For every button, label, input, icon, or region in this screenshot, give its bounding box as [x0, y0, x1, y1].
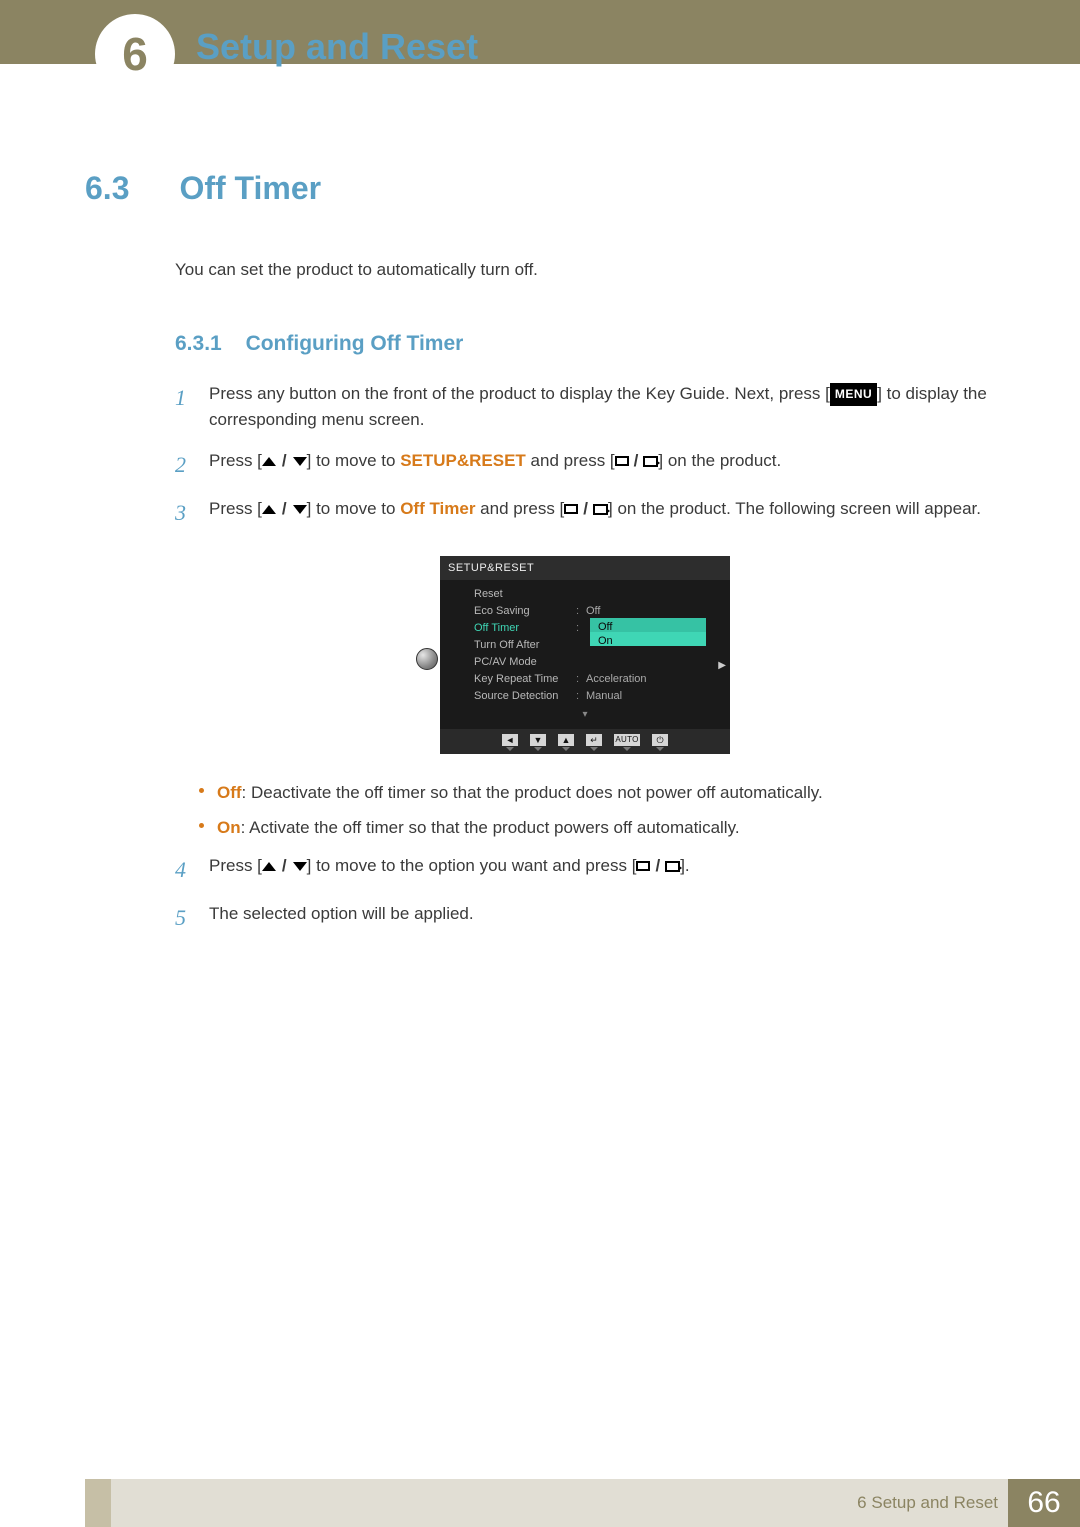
- step-number: 1: [175, 381, 209, 434]
- osd-nav-down: ▼: [530, 734, 546, 751]
- section-body: You can set the product to automatically…: [175, 257, 995, 935]
- setup-reset-label: SETUP&RESET: [400, 451, 526, 470]
- step-3-text: Press [/] to move to Off Timer and press…: [209, 496, 995, 530]
- chevron-down-icon: ▾: [440, 707, 730, 723]
- osd-option-on: On: [590, 632, 706, 646]
- step-2: 2 Press [/] to move to SETUP&RESET and p…: [175, 448, 995, 482]
- chapter-number: 6: [122, 27, 148, 81]
- step-number: 5: [175, 901, 209, 935]
- osd-nav-left: ◄: [502, 734, 518, 751]
- menu-glyph: MENU: [830, 383, 877, 406]
- osd-screenshot: SETUP&RESET ▶ Reset Eco Saving : Off Off…: [440, 556, 730, 754]
- osd-footer: ◄ ▼ ▲ ↵ AUTO: [440, 729, 730, 754]
- subsection-number: 6.3.1: [175, 332, 222, 355]
- up-down-icon: /: [262, 448, 307, 474]
- right-arrow-icon: ▶: [718, 658, 726, 674]
- osd-body: ▶ Reset Eco Saving : Off Off Timer : T: [440, 580, 730, 729]
- section-number: 6.3: [85, 170, 175, 207]
- off-timer-label: Off Timer: [400, 499, 475, 518]
- osd-nav-auto: AUTO: [614, 734, 640, 751]
- step-1-text: Press any button on the front of the pro…: [209, 381, 995, 434]
- osd-title: SETUP&RESET: [440, 556, 730, 580]
- gear-icon: [416, 648, 438, 670]
- chapter-title: Setup and Reset: [196, 26, 478, 68]
- osd-dropdown: Off On: [590, 618, 706, 646]
- step-number: 4: [175, 853, 209, 887]
- step-4-text: Press [/] to move to the option you want…: [209, 853, 995, 887]
- chapter-bubble: 6: [95, 14, 175, 94]
- step-5-text: The selected option will be applied.: [209, 901, 995, 935]
- step-5: 5 The selected option will be applied.: [175, 901, 995, 935]
- footer-sidebar: [85, 1479, 111, 1527]
- bullet-off: Off: Deactivate the off timer so that th…: [195, 780, 995, 806]
- osd-option-off: Off: [590, 618, 706, 632]
- steps-list: 1 Press any button on the front of the p…: [175, 381, 995, 935]
- section-heading-row: 6.3 Off Timer: [85, 170, 995, 207]
- section-title: Off Timer: [179, 170, 321, 207]
- osd-row-source-detection: Source Detection : Manual: [440, 688, 730, 705]
- subsection-title: Configuring Off Timer: [246, 332, 464, 355]
- osd-nav-enter: ↵: [586, 734, 602, 751]
- step-2-text: Press [/] to move to SETUP&RESET and pre…: [209, 448, 995, 482]
- step-3: 3 Press [/] to move to Off Timer and pre…: [175, 496, 995, 530]
- osd-row-reset: Reset: [440, 586, 730, 603]
- enter-icon: /: [564, 496, 608, 522]
- option-bullets: Off: Deactivate the off timer so that th…: [195, 780, 995, 841]
- page-number: 66: [1008, 1479, 1080, 1527]
- osd-row-pcav-mode: PC/AV Mode: [440, 654, 730, 671]
- osd-nav-power: [652, 734, 668, 751]
- section-intro: You can set the product to automatically…: [175, 257, 995, 283]
- step-number: 3: [175, 496, 209, 530]
- content-area: 6.3 Off Timer You can set the product to…: [0, 170, 1080, 949]
- osd-nav-up: ▲: [558, 734, 574, 751]
- step-1: 1 Press any button on the front of the p…: [175, 381, 995, 434]
- footer-chapter-label: 6 Setup and Reset: [857, 1479, 998, 1527]
- up-down-icon: /: [262, 853, 307, 879]
- up-down-icon: /: [262, 496, 307, 522]
- osd-row-key-repeat: Key Repeat Time : Acceleration: [440, 671, 730, 688]
- step-number: 2: [175, 448, 209, 482]
- footer: 6 Setup and Reset 66: [0, 1479, 1080, 1527]
- enter-icon: /: [615, 448, 659, 474]
- subsection-heading: 6.3.1 Configuring Off Timer: [175, 328, 995, 360]
- bullet-on: On: Activate the off timer so that the p…: [195, 815, 995, 841]
- enter-icon: /: [636, 853, 680, 879]
- step-4: 4 Press [/] to move to the option you wa…: [175, 853, 995, 887]
